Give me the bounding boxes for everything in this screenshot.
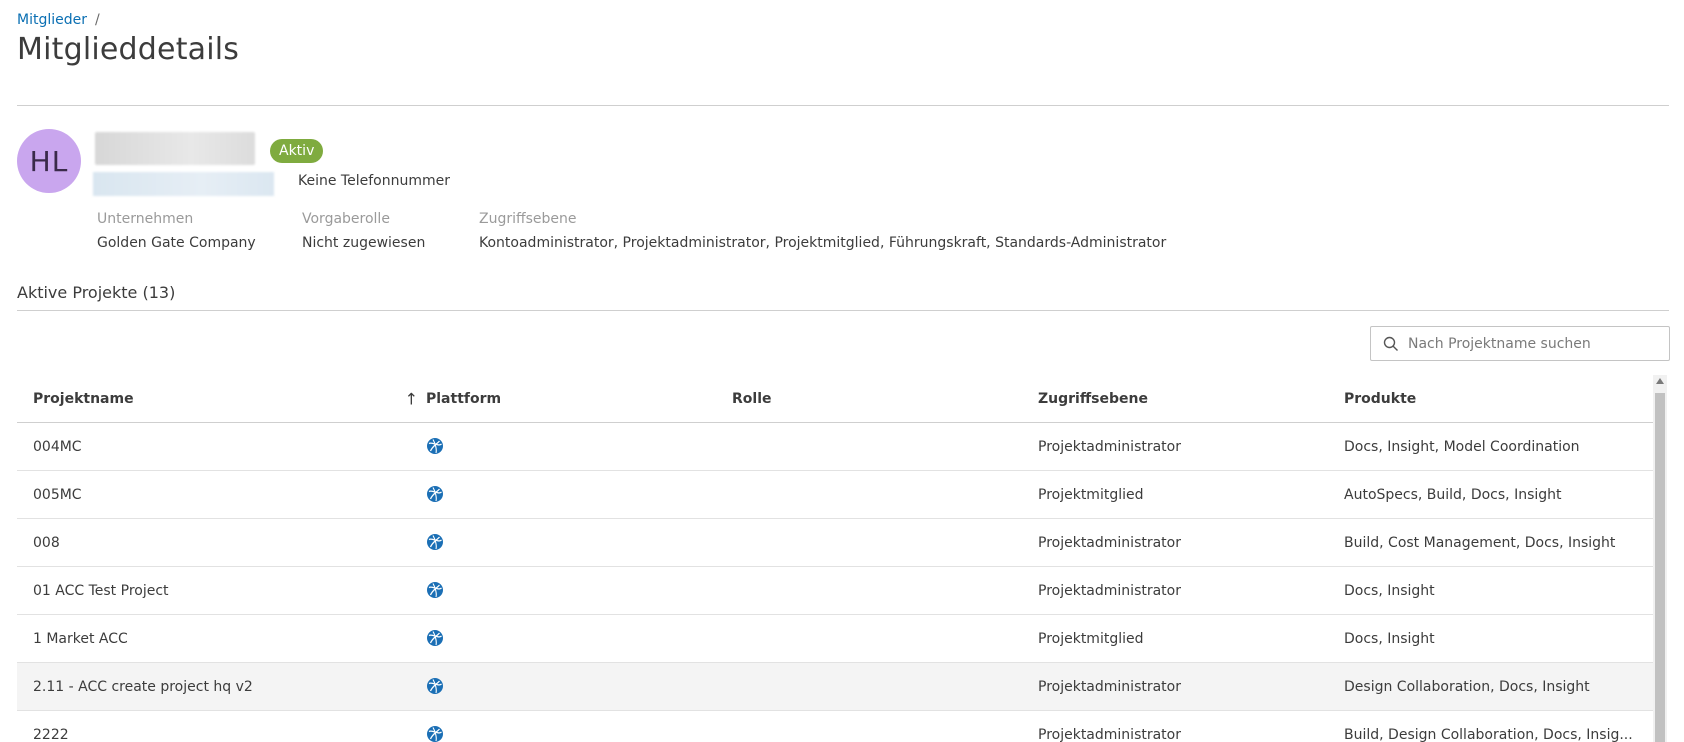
page-title: Mitglieddetails [17, 32, 240, 67]
table-row[interactable]: 005MC Projektmitglied AutoSpecs, Build, Do… [17, 471, 1653, 519]
sort-ascending-icon[interactable]: ↑ [405, 389, 418, 408]
project-name-cell[interactable]: 2.11 - ACC create project hq v2 [17, 679, 426, 695]
member-name-redacted [95, 132, 255, 165]
search-input[interactable] [1408, 335, 1648, 352]
table-row[interactable]: 2222 Projektadministrator Build, Design Co… [17, 711, 1653, 742]
active-projects-title: Aktive Projekte (13) [17, 283, 176, 302]
phone-number: Keine Telefonnummer [298, 173, 450, 189]
access-cell: Projektmitglied [1038, 630, 1144, 647]
access-level-label: Zugriffsebene [479, 211, 577, 227]
scroll-thumb[interactable] [1655, 393, 1665, 742]
column-header-role[interactable]: Rolle [732, 391, 1038, 407]
scroll-up-arrow[interactable] [1656, 378, 1664, 384]
platform-cell [426, 533, 732, 551]
globe-icon [426, 581, 444, 599]
platform-cell [426, 677, 732, 695]
platform-cell [426, 581, 732, 599]
default-role-label: Vorgaberolle [302, 211, 390, 227]
project-name-cell[interactable]: 01 ACC Test Project [17, 583, 426, 599]
member-email-redacted [93, 172, 274, 196]
globe-icon [426, 437, 444, 455]
access-level-field: Zugriffsebene Kontoadministrator, Projek… [479, 211, 1166, 251]
products-cell: Build, Cost Management, Docs, Insight [1344, 534, 1616, 551]
globe-icon [426, 533, 444, 551]
default-role-value: Nicht zugewiesen [302, 235, 426, 251]
table-row[interactable]: 01 ACC Test Project Projektadministrator D… [17, 567, 1653, 615]
table-header: Projektname ↑ Plattform Rolle Zugriffseb… [17, 375, 1653, 423]
project-name-cell[interactable]: 005MC [17, 487, 426, 503]
project-name-cell[interactable]: 1 Market ACC [17, 631, 426, 647]
table-row[interactable]: 1 Market ACC Projektmitglied Docs, Insight [17, 615, 1653, 663]
products-cell: Design Collaboration, Docs, Insight [1344, 678, 1590, 695]
access-cell: Projektmitglied [1038, 486, 1144, 503]
globe-icon [426, 629, 444, 647]
section-divider [17, 310, 1669, 311]
access-cell: Projektadministrator [1038, 726, 1181, 742]
column-header-platform[interactable]: Plattform [426, 391, 732, 407]
project-name-cell[interactable]: 008 [17, 535, 426, 551]
company-label: Unternehmen [97, 211, 194, 227]
column-label: Projektname [33, 390, 134, 407]
header-divider [17, 105, 1669, 106]
column-header-project-name[interactable]: Projektname ↑ [17, 389, 426, 408]
table-row[interactable]: 008 Projektadministrator Build, Cost Manag… [17, 519, 1653, 567]
projects-table: Projektname ↑ Plattform Rolle Zugriffseb… [17, 375, 1653, 742]
project-name-cell[interactable]: 004MC [17, 439, 426, 455]
globe-icon [426, 677, 444, 695]
breadcrumb-separator: / [95, 12, 100, 28]
access-cell: Projektadministrator [1038, 534, 1181, 551]
globe-icon [426, 725, 444, 742]
company-value: Golden Gate Company [97, 235, 256, 251]
breadcrumb: Mitglieder / [17, 12, 100, 28]
access-cell: Projektadministrator [1038, 582, 1181, 599]
status-badge: Aktiv [270, 139, 324, 163]
avatar: HL [17, 129, 81, 193]
column-header-products[interactable]: Produkte [1344, 391, 1634, 407]
search-icon [1383, 336, 1398, 351]
table-row[interactable]: 2.11 - ACC create project hq v2 Projektad… [17, 663, 1653, 711]
table-row[interactable]: 004MC Projektadministrator Docs, Insight, … [17, 423, 1653, 471]
products-cell: AutoSpecs, Build, Docs, Insight [1344, 486, 1562, 503]
access-cell: Projektadministrator [1038, 438, 1181, 455]
breadcrumb-link-members[interactable]: Mitglieder [17, 12, 87, 28]
platform-cell [426, 629, 732, 647]
products-cell: Docs, Insight [1344, 630, 1435, 647]
products-cell: Docs, Insight [1344, 582, 1435, 599]
platform-cell [426, 485, 732, 503]
company-field: Unternehmen Golden Gate Company [97, 211, 256, 251]
project-search[interactable] [1370, 326, 1670, 361]
table-scrollbar[interactable] [1653, 375, 1667, 742]
platform-cell [426, 725, 732, 742]
products-cell: Build, Design Collaboration, Docs, Insig… [1344, 726, 1633, 742]
products-cell: Docs, Insight, Model Coordination [1344, 438, 1580, 455]
default-role-field: Vorgaberolle Nicht zugewiesen [302, 211, 425, 251]
column-header-access[interactable]: Zugriffsebene [1038, 391, 1344, 407]
project-name-cell[interactable]: 2222 [17, 727, 426, 742]
access-cell: Projektadministrator [1038, 678, 1181, 695]
platform-cell [426, 437, 732, 455]
access-level-value: Kontoadministrator, Projektadministrator… [479, 235, 1167, 251]
globe-icon [426, 485, 444, 503]
